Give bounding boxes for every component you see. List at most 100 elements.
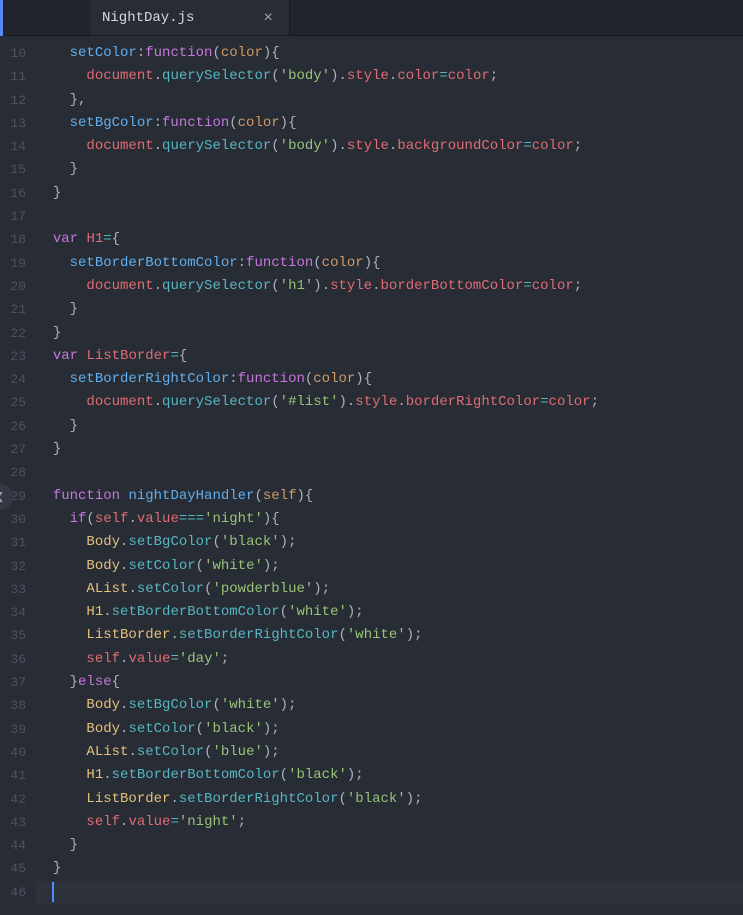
- token: [36, 278, 86, 294]
- code-line[interactable]: }: [36, 182, 743, 205]
- code-line[interactable]: }else{: [36, 671, 743, 694]
- line-number: 14: [0, 135, 26, 158]
- code-line[interactable]: H1.setBorderBottomColor('white');: [36, 601, 743, 624]
- token: setBgColor: [128, 697, 212, 713]
- code-line[interactable]: }: [36, 158, 743, 181]
- token: [36, 231, 53, 247]
- code-line[interactable]: Body.setBgColor('black');: [36, 531, 743, 554]
- token: color: [322, 255, 364, 271]
- code-line[interactable]: }: [36, 415, 743, 438]
- token: setBorderBottomColor: [70, 255, 238, 271]
- code-line[interactable]: AList.setColor('powderblue');: [36, 578, 743, 601]
- line-number: 21: [0, 298, 26, 321]
- token: 'night': [204, 511, 263, 527]
- code-line[interactable]: Body.setColor('black');: [36, 718, 743, 741]
- token: value: [128, 814, 170, 830]
- code-line[interactable]: Body.setBgColor('white');: [36, 694, 743, 717]
- code-line[interactable]: AList.setColor('blue');: [36, 741, 743, 764]
- line-number: 35: [0, 624, 26, 647]
- code-line[interactable]: var H1={: [36, 228, 743, 251]
- token: setBorderBottomColor: [112, 604, 280, 620]
- line-number: 43: [0, 811, 26, 834]
- code-line[interactable]: document.querySelector('body').style.col…: [36, 65, 743, 88]
- code-line[interactable]: setBorderBottomColor:function(color){: [36, 252, 743, 275]
- code-line[interactable]: [36, 205, 743, 228]
- editor-area[interactable]: ❮ 10111213141516171819202122232425262728…: [0, 36, 743, 915]
- code-line[interactable]: }: [36, 834, 743, 857]
- token: }: [53, 441, 61, 457]
- code-line[interactable]: function nightDayHandler(self){: [36, 485, 743, 508]
- token: [36, 418, 70, 434]
- code-line[interactable]: setColor:function(color){: [36, 42, 743, 65]
- token: [36, 791, 86, 807]
- token: Body: [86, 697, 120, 713]
- token: self: [263, 488, 297, 504]
- token: (: [280, 767, 288, 783]
- line-number: 40: [0, 741, 26, 764]
- token: [36, 860, 53, 876]
- line-number: 15: [0, 158, 26, 181]
- code-line[interactable]: }: [36, 438, 743, 461]
- token: );: [313, 581, 330, 597]
- token: =: [540, 394, 548, 410]
- code-line[interactable]: ListBorder.setBorderRightColor('white');: [36, 624, 743, 647]
- token: .: [128, 744, 136, 760]
- code-line[interactable]: ListBorder.setBorderRightColor('black');: [36, 788, 743, 811]
- token: [36, 185, 53, 201]
- token: }: [53, 185, 61, 201]
- line-number: 42: [0, 788, 26, 811]
- code-line[interactable]: var ListBorder={: [36, 345, 743, 368]
- token: 'black': [221, 534, 280, 550]
- token: querySelector: [162, 68, 271, 84]
- code-line[interactable]: setBgColor:function(color){: [36, 112, 743, 135]
- code-line[interactable]: document.querySelector('#list').style.bo…: [36, 391, 743, 414]
- token: setBorderBottomColor: [112, 767, 280, 783]
- token: ){: [263, 511, 280, 527]
- line-number: 38: [0, 694, 26, 717]
- code-line[interactable]: if(self.value==='night'){: [36, 508, 743, 531]
- code-line[interactable]: self.value='day';: [36, 648, 743, 671]
- code-line[interactable]: H1.setBorderBottomColor('black');: [36, 764, 743, 787]
- token: ){: [296, 488, 313, 504]
- code-line[interactable]: }: [36, 322, 743, 345]
- token: {: [179, 348, 187, 364]
- token: ===: [179, 511, 204, 527]
- token: .: [170, 791, 178, 807]
- code-line[interactable]: setBorderRightColor:function(color){: [36, 368, 743, 391]
- token: ;: [490, 68, 498, 84]
- code-area[interactable]: setColor:function(color){ document.query…: [36, 36, 743, 915]
- token: 'body': [280, 68, 330, 84]
- token: [36, 255, 70, 271]
- token: borderRightColor: [406, 394, 540, 410]
- code-line[interactable]: document.querySelector('body').style.bac…: [36, 135, 743, 158]
- line-number: 16: [0, 182, 26, 205]
- token: }: [70, 837, 78, 853]
- token: =: [523, 138, 531, 154]
- code-line[interactable]: }: [36, 857, 743, 880]
- token: setBorderRightColor: [70, 371, 230, 387]
- code-line[interactable]: Body.setColor('white');: [36, 555, 743, 578]
- token: self: [86, 814, 120, 830]
- code-line[interactable]: document.querySelector('h1').style.borde…: [36, 275, 743, 298]
- token: (: [280, 604, 288, 620]
- token: );: [263, 744, 280, 760]
- token: =: [170, 814, 178, 830]
- close-icon[interactable]: ×: [259, 9, 277, 27]
- token: function: [145, 45, 212, 61]
- active-tab-indicator: [0, 0, 3, 36]
- tab-nightday[interactable]: NightDay.js ×: [90, 0, 290, 35]
- code-line[interactable]: self.value='night';: [36, 811, 743, 834]
- token: );: [280, 534, 297, 550]
- token: 'powderblue': [212, 581, 313, 597]
- code-line[interactable]: },: [36, 89, 743, 112]
- code-line[interactable]: }: [36, 298, 743, 321]
- token: [36, 581, 86, 597]
- code-line[interactable]: [36, 881, 743, 904]
- token: 'white': [288, 604, 347, 620]
- code-line[interactable]: [36, 461, 743, 484]
- token: [36, 301, 70, 317]
- token: setBgColor: [128, 534, 212, 550]
- token: ListBorder: [86, 791, 170, 807]
- token: style: [330, 278, 372, 294]
- token: [36, 161, 70, 177]
